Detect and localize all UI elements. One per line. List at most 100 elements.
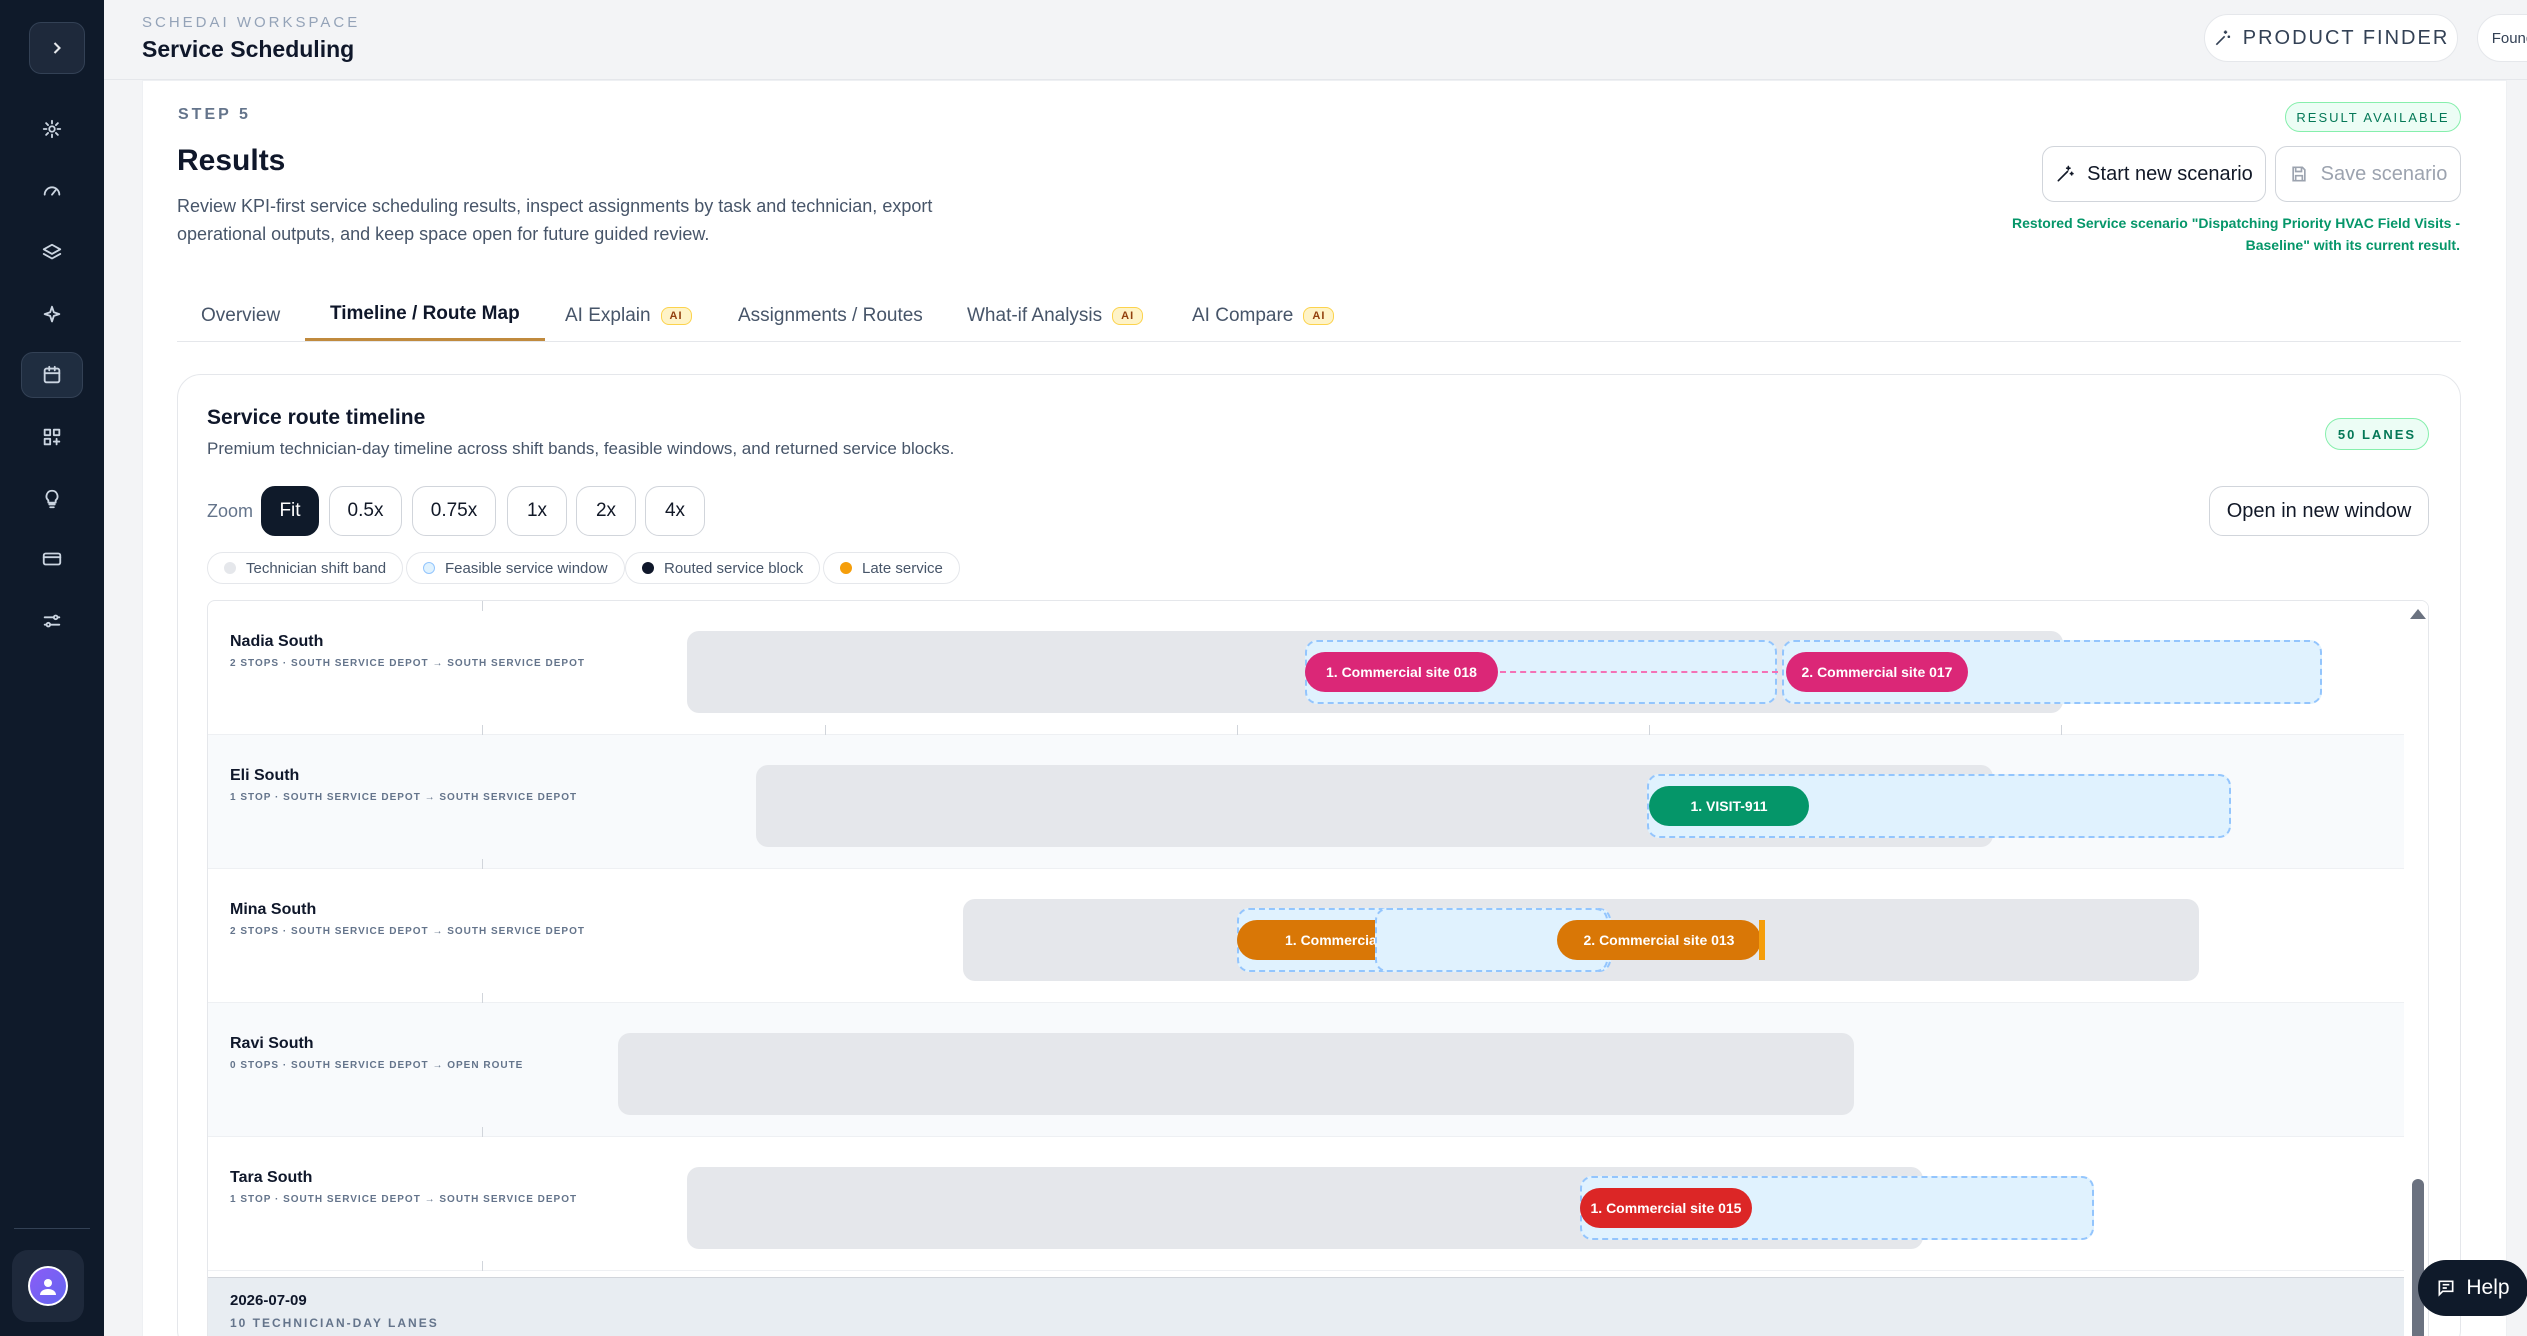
timeline-subtitle: Premium technician-day timeline across s…: [207, 439, 955, 458]
tab-label: AI Explain: [565, 304, 651, 326]
user-icon: [40, 1279, 56, 1295]
zoom-2x-button[interactable]: 2x: [576, 486, 636, 536]
zoom-label: Zoom: [207, 501, 254, 521]
app: SCHEDAI WORKSPACE Service Scheduling PRO…: [0, 0, 2527, 1336]
service-block[interactable]: 2. Commercial site 017: [1786, 652, 1968, 692]
user-avatar[interactable]: [12, 1250, 84, 1322]
timeline-lane-nadia: Nadia South 2 STOPS · SOUTH SERVICE DEPO…: [208, 601, 2404, 735]
lane-route-summary: 1 STOP · SOUTH SERVICE DEPOT → SOUTH SER…: [230, 792, 578, 803]
nav-ai[interactable]: [21, 292, 83, 338]
hour-tick: [482, 601, 483, 611]
tab-label: Overview: [201, 304, 281, 326]
nav-insights[interactable]: [21, 476, 83, 522]
lane-route-summary: 0 STOPS · SOUTH SERVICE DEPOT → OPEN ROU…: [230, 1060, 524, 1071]
tab-overview[interactable]: Overview: [201, 290, 280, 341]
hour-tick: [1649, 725, 1650, 735]
service-block[interactable]: 1. VISIT-911: [1649, 786, 1809, 826]
legend-label: Feasible service window: [445, 559, 608, 577]
timeline-title: Service route timeline: [207, 406, 426, 429]
shift-band: [618, 1033, 1854, 1115]
open-new-window-button[interactable]: Open in new window: [2209, 486, 2429, 536]
start-new-label: Start new scenario: [2087, 162, 2253, 185]
hour-tick: [482, 725, 483, 735]
service-block[interactable]: 1. Commercial site 015: [1580, 1188, 1752, 1228]
tab-assignments[interactable]: Assignments / Routes: [738, 290, 923, 341]
hour-tick: [1237, 725, 1238, 735]
tab-ai-compare[interactable]: AI Compare AI: [1192, 290, 1335, 341]
results-tabs: Overview Timeline / Route Map AI Explain…: [177, 290, 2461, 342]
timeline-grid[interactable]: Nadia South 2 STOPS · SOUTH SERVICE DEPO…: [207, 600, 2429, 1336]
zoom-fit-button[interactable]: Fit: [261, 486, 319, 536]
legend-feasible-window: Feasible service window: [406, 552, 625, 584]
nav-layers[interactable]: [21, 230, 83, 276]
service-block[interactable]: 1. Commercial site 014: [1237, 920, 1377, 960]
timeline-lane-ravi: Ravi South 0 STOPS · SOUTH SERVICE DEPOT…: [208, 1003, 2404, 1137]
chevron-right-icon: [53, 42, 61, 54]
results-title: Results: [177, 144, 286, 177]
product-finder-label: PRODUCT FINDER: [2242, 26, 2450, 49]
help-label: Help: [2466, 1276, 2510, 1299]
legend-label: Late service: [862, 559, 943, 577]
card-icon: [42, 552, 62, 566]
product-finder-button[interactable]: PRODUCT FINDER: [2204, 14, 2458, 62]
layers-icon: [42, 243, 62, 260]
nav-apps[interactable]: [21, 414, 83, 460]
lane-route-summary: 1 STOP · SOUTH SERVICE DEPOT → SOUTH SER…: [230, 1194, 578, 1205]
top-bar: SCHEDAI WORKSPACE Service Scheduling PRO…: [104, 0, 2527, 80]
hour-tick: [2061, 725, 2062, 735]
nav-preferences[interactable]: [21, 598, 83, 644]
group-date: 2026-07-09: [230, 1292, 307, 1309]
zoom-0.75x-button[interactable]: 0.75x: [412, 486, 496, 536]
sidebar-divider: [14, 1228, 90, 1229]
page-title: Service Scheduling: [142, 36, 355, 62]
timeline-lane-mina: Mina South 2 STOPS · SOUTH SERVICE DEPOT…: [208, 869, 2404, 1003]
save-scenario-button[interactable]: Save scenario: [2275, 146, 2461, 202]
legend-swatch: [423, 562, 435, 574]
calendar-icon: [43, 365, 61, 384]
service-block[interactable]: 1. Commercial site 018: [1305, 652, 1498, 692]
zoom-0.5x-button[interactable]: 0.5x: [329, 486, 402, 536]
lane-route-summary: 2 STOPS · SOUTH SERVICE DEPOT → SOUTH SE…: [230, 658, 585, 669]
legend-late-service: Late service: [823, 552, 960, 584]
tab-label: AI Compare: [1192, 304, 1294, 326]
hour-tick: [482, 1261, 483, 1271]
results-description: Review KPI-first service scheduling resu…: [177, 196, 933, 244]
zoom-1x-button[interactable]: 1x: [507, 486, 567, 536]
tab-ai-explain[interactable]: AI Explain AI: [565, 290, 692, 341]
lanes-badge: 50 LANES: [2325, 418, 2429, 450]
scrollbar-thumb[interactable]: [2412, 1179, 2424, 1336]
help-button[interactable]: Help: [2418, 1260, 2527, 1316]
service-block[interactable]: 2. Commercial site 013: [1557, 920, 1761, 960]
tab-timeline[interactable]: Timeline / Route Map: [305, 290, 545, 341]
nav-dashboard[interactable]: [21, 168, 83, 214]
legend-swatch: [840, 562, 852, 574]
sparkle-wand-icon: [2215, 30, 2230, 46]
legend-label: Technician shift band: [246, 559, 387, 577]
tab-label: What-if Analysis: [967, 304, 1103, 326]
account-button[interactable]: Founder account: [2477, 14, 2527, 62]
hour-tick: [482, 859, 483, 869]
ai-badge: AI: [1112, 306, 1144, 325]
workspace-label: SCHEDAI WORKSPACE: [142, 14, 361, 31]
group-lane-count: 10 TECHNICIAN-DAY LANES: [230, 1316, 439, 1330]
hour-tick: [482, 993, 483, 1003]
start-new-scenario-button[interactable]: Start new scenario: [2042, 146, 2266, 202]
sidebar-rail: [0, 0, 104, 1336]
legend-swatch: [642, 562, 654, 574]
settings-icon: [42, 119, 62, 139]
scroll-up-arrow[interactable]: [2410, 609, 2426, 619]
save-icon: [2291, 166, 2306, 182]
ai-badge: AI: [1303, 306, 1335, 325]
tab-what-if[interactable]: What-if Analysis AI: [967, 290, 1144, 341]
restored-message: Restored Service scenario "Dispatching P…: [2011, 215, 2460, 253]
date-group-header: 2026-07-09 10 TECHNICIAN-DAY LANES: [208, 1277, 2404, 1336]
zoom-4x-button[interactable]: 4x: [645, 486, 705, 536]
lane-technician-name: Ravi South: [230, 1035, 314, 1052]
sliders-icon: [43, 614, 61, 628]
nav-billing[interactable]: [21, 536, 83, 582]
nav-settings[interactable]: [21, 106, 83, 152]
lane-technician-name: Tara South: [230, 1169, 313, 1186]
magic-wand-icon: [2057, 165, 2074, 182]
sidebar-toggle-button[interactable]: [29, 22, 85, 74]
nav-scheduling[interactable]: [21, 352, 83, 398]
